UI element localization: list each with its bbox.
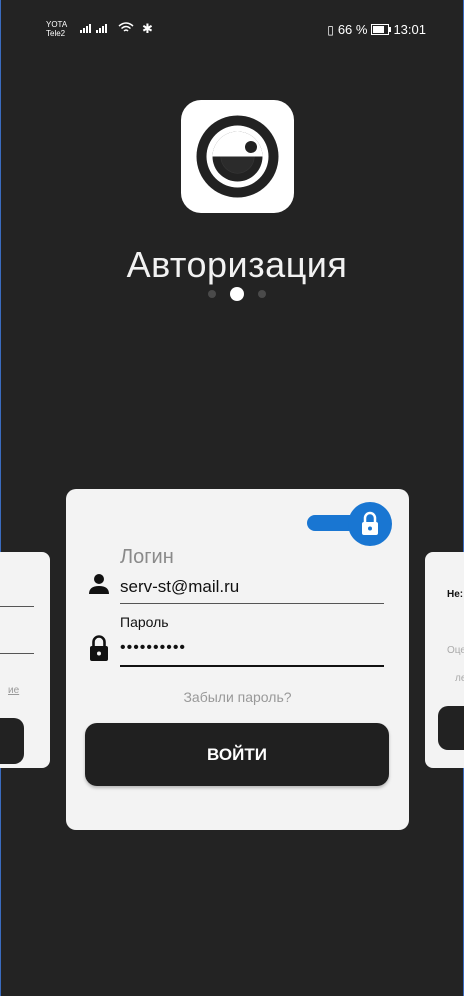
page-title: Авторизация [126,244,348,285]
eye-lens-icon [196,115,279,198]
lock-toggle[interactable] [307,502,392,546]
next-card-text-2: ле [455,673,464,684]
wifi-icon [118,22,134,32]
next-card-title: Не: [447,589,464,600]
lock-toggle-knob [348,502,392,546]
battery-percent: 66 % [337,22,368,37]
forgot-password-link[interactable]: Забыли пароль? [66,689,409,705]
page-indicator [208,287,266,301]
next-card-text-1: Оце [447,645,464,656]
prev-card-field-line-2 [0,653,34,654]
prev-card-peek[interactable]: ие [0,552,50,768]
login-input[interactable]: serv-st@mail.ru [120,577,239,597]
login-button[interactable]: ВОЙТИ [85,723,389,786]
app-logo [181,100,294,213]
clock: 13:01 [393,22,426,37]
login-card: Логин serv-st@mail.ru Пароль •••••••••• … [66,489,409,830]
page-dot-2-active[interactable] [230,287,244,301]
carrier-names: YOTA Tele2 [46,20,67,38]
bluetooth-icon: ✱ [142,21,153,36]
status-bar: YOTA Tele2 ✱ ▯ 66 % 13:01 [0,0,464,44]
password-lock-icon [90,635,108,661]
signal-icon [80,24,91,33]
prev-card-button[interactable] [0,718,24,764]
page-dot-1[interactable] [208,290,216,298]
prev-card-field-line [0,606,34,607]
battery-icon [371,24,392,35]
page-dot-3[interactable] [258,290,266,298]
password-input[interactable]: •••••••••• [120,639,186,657]
login-underline [120,603,384,604]
next-card-button[interactable] [438,706,464,750]
status-right: ▯ 66 % 13:01 [327,22,426,37]
user-icon [89,574,109,594]
carrier-1: YOTA [46,20,68,29]
password-label: Пароль [120,614,169,630]
signal-icon-2 [96,24,107,33]
vibrate-icon: ▯ [327,22,334,37]
next-card-peek[interactable]: Не: Оце ле [425,552,464,768]
carrier-2: Tele2 [46,29,66,38]
prev-card-link[interactable]: ие [8,685,19,696]
login-label: Логин [120,546,174,568]
lock-icon [362,511,378,535]
password-underline [120,665,384,667]
